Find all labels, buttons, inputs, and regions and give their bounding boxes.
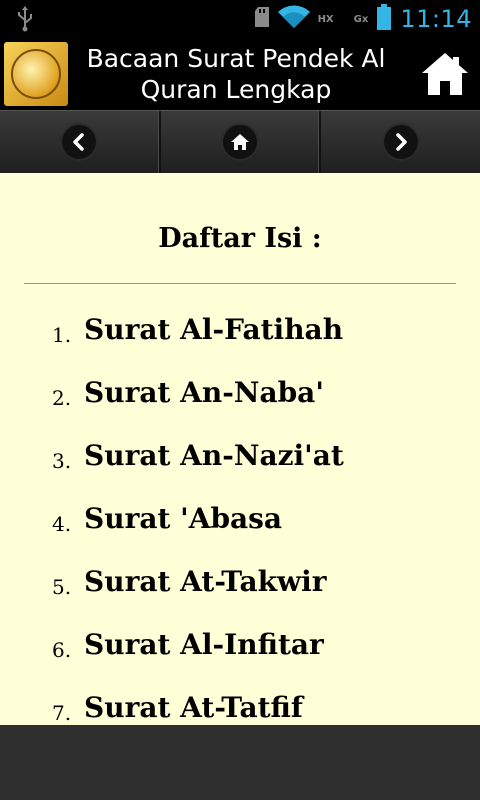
surah-link[interactable]: Surat Al-Fatihah (84, 313, 343, 346)
sd-card-icon (254, 6, 270, 32)
surah-link[interactable]: Surat Al-Infitar (84, 628, 324, 661)
network-label-hx: HX (317, 13, 334, 25)
list-item[interactable]: 1. Surat Al-Fatihah (0, 311, 480, 374)
clock: 11:14 (400, 5, 472, 33)
surah-link[interactable]: Surat At-Tatfif (84, 691, 303, 724)
surah-link[interactable]: Surat An-Nazi'at (84, 439, 344, 472)
list-item-number: 4. (52, 512, 72, 536)
home-icon (223, 125, 257, 159)
nav-home-button[interactable] (161, 111, 322, 173)
forward-button[interactable] (321, 111, 480, 173)
list-item[interactable]: 2. Surat An-Naba' (0, 374, 480, 437)
divider (24, 283, 456, 284)
list-item-number: 2. (52, 386, 72, 410)
surah-link[interactable]: Surat At-Takwir (84, 565, 327, 598)
title-line-2: Quran Lengkap (140, 75, 332, 104)
back-arrow-icon (62, 125, 97, 159)
surah-link[interactable]: Surat An-Naba' (84, 376, 324, 409)
list-item[interactable]: 7. Surat At-Tatfif (0, 689, 480, 725)
list-item[interactable]: 5. Surat At-Takwir (0, 563, 480, 626)
battery-icon (376, 4, 392, 34)
content-area: Daftar Isi : 1. Surat Al-Fatihah 2. Sura… (0, 173, 480, 725)
bottom-bar (0, 725, 480, 800)
list-item[interactable]: 3. Surat An-Nazi'at (0, 437, 480, 500)
signal-icon (341, 6, 346, 32)
home-icon (422, 53, 468, 95)
list-item[interactable]: 4. Surat 'Abasa (0, 500, 480, 563)
surah-link[interactable]: Surat 'Abasa (84, 502, 282, 535)
list-item-number: 6. (52, 638, 72, 662)
title-bar: Bacaan Surat Pendek Al Quran Lengkap (0, 38, 480, 110)
home-button[interactable] (416, 46, 474, 102)
list-item-number: 5. (52, 575, 72, 599)
list-item[interactable]: 6. Surat Al-Infitar (0, 626, 480, 689)
quran-icon (4, 42, 68, 106)
surah-list: 1. Surat Al-Fatihah 2. Surat An-Naba' 3.… (0, 311, 480, 725)
list-item-number: 1. (52, 323, 72, 347)
list-item-number: 7. (52, 701, 72, 725)
forward-arrow-icon (383, 125, 418, 159)
page-title: Bacaan Surat Pendek Al Quran Lengkap (74, 38, 398, 110)
content-heading: Daftar Isi : (158, 223, 322, 254)
network-label-gx: Gx (353, 13, 369, 25)
usb-icon (16, 6, 34, 36)
wifi-icon (277, 5, 310, 33)
title-line-1: Bacaan Surat Pendek Al (86, 44, 386, 73)
list-item-number: 3. (52, 449, 72, 473)
navigation-bar (0, 110, 480, 174)
status-bar: HX Gx 11:14 (0, 0, 480, 38)
back-button[interactable] (0, 111, 161, 173)
